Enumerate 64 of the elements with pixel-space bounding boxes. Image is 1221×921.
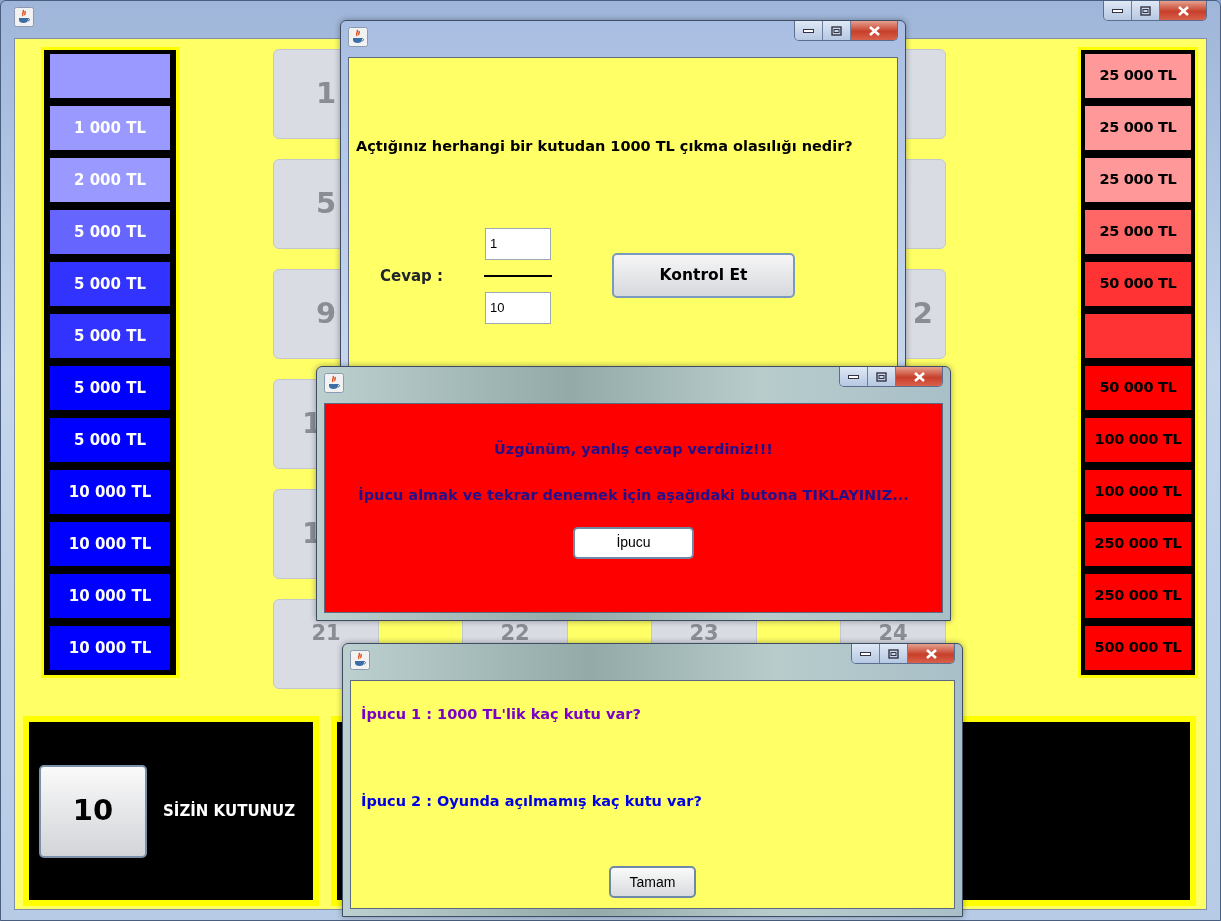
close-button[interactable] [1160, 1, 1206, 20]
prize-cell: 5 000 TL [50, 210, 170, 254]
maximize-button[interactable] [1132, 1, 1160, 20]
hint-button[interactable]: İpucu [573, 526, 694, 559]
prize-cell: 50 000 TL [1085, 262, 1191, 306]
prize-cell: 250 000 TL [1085, 522, 1191, 566]
maximize-icon [876, 371, 887, 382]
minimize-button[interactable] [795, 21, 823, 40]
prize-cell: 5 000 TL [50, 366, 170, 410]
maximize-button[interactable] [880, 644, 908, 663]
own-box-button[interactable]: 10 [39, 764, 147, 858]
close-icon [924, 647, 938, 660]
prize-cell: 25 000 TL [1085, 210, 1191, 254]
minimize-button[interactable] [852, 644, 880, 663]
minimize-icon [1112, 8, 1123, 13]
minimize-icon [803, 28, 814, 33]
prize-cell: 10 000 TL [50, 470, 170, 514]
minimize-button[interactable] [840, 367, 868, 386]
prize-cell: 100 000 TL [1085, 470, 1191, 514]
close-icon [912, 370, 926, 383]
check-button[interactable]: Kontrol Et [612, 253, 795, 299]
prize-cell: 10 000 TL [50, 626, 170, 670]
prize-cell: 25 000 TL [1085, 158, 1191, 202]
prize-cell: 25 000 TL [1085, 54, 1191, 98]
maximize-icon [1140, 5, 1151, 16]
close-button[interactable] [908, 644, 954, 663]
prize-cell: 50 000 TL [1085, 366, 1191, 410]
numerator-field[interactable]: 1 [485, 227, 551, 260]
prize-cell: 5 000 TL [50, 314, 170, 358]
question-text: Açtığınız herhangi bir kutudan 1000 TL çıkma olasılığı nedir? [356, 137, 854, 156]
minimize-button[interactable] [1104, 1, 1132, 20]
coffee-cup-icon [324, 373, 344, 393]
close-button[interactable] [851, 21, 897, 40]
close-icon [867, 24, 881, 37]
fraction-line [484, 274, 552, 277]
prize-cell: 2 000 TL [50, 158, 170, 202]
prize-cell: 1 000 TL [50, 106, 170, 150]
prize-cell: 5 000 TL [50, 262, 170, 306]
own-box-label: SİZİN KUTUNUZ [163, 800, 296, 822]
maximize-icon [888, 648, 899, 659]
prize-cell: 100 000 TL [1085, 418, 1191, 462]
maximize-button[interactable] [868, 367, 896, 386]
minimize-icon [860, 651, 871, 656]
maximize-button[interactable] [823, 21, 851, 40]
error-message: Üzgünüm, yanlış cevap verdiniz!!! [494, 439, 773, 459]
prize-cell: 500 000 TL [1085, 626, 1191, 670]
answer-label: Cevap : [380, 265, 445, 287]
coffee-cup-icon [348, 27, 368, 47]
prize-cell: 10 000 TL [50, 574, 170, 618]
ok-button[interactable]: Tamam [609, 866, 696, 898]
instruction-text: İpucu almak ve tekrar denemek için aşağıdaki butona TIKLAYINIZ... [358, 485, 909, 505]
maximize-icon [831, 25, 842, 36]
prize-cell: 25 000 TL [1085, 106, 1191, 150]
hint-text: İpucu 1 : 1000 TL'lik kaç kutu var? [361, 706, 642, 724]
prize-cell: 10 000 TL [50, 522, 170, 566]
minimize-icon [848, 374, 859, 379]
coffee-cup-icon [14, 7, 34, 27]
denominator-field[interactable]: 10 [485, 291, 551, 324]
close-button[interactable] [896, 367, 942, 386]
coffee-cup-icon [350, 650, 370, 670]
prize-cell: 5 000 TL [50, 418, 170, 462]
close-icon [1176, 4, 1190, 17]
prize-cell: 250 000 TL [1085, 574, 1191, 618]
hint-text: İpucu 2 : Oyunda açılmamış kaç kutu var? [361, 793, 703, 811]
